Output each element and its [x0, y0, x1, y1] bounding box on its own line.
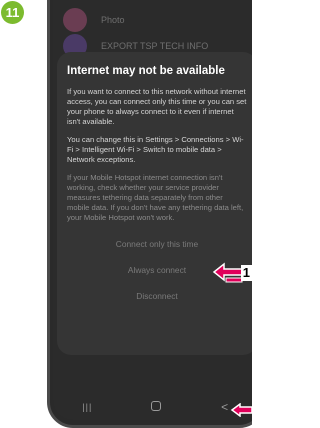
list-item-label: Photo	[101, 15, 125, 25]
callout-arrow-icon	[230, 402, 252, 418]
dialog-paragraph: You can change this in Settings > Connec…	[67, 135, 244, 164]
connect-only-this-time-button[interactable]: Connect only this time	[67, 231, 247, 257]
home-icon	[150, 401, 161, 411]
navigation-bar: ||| <	[53, 394, 252, 420]
internet-warning-dialog: Internet may not be available If you wan…	[57, 52, 252, 355]
dialog-paragraph: If your Mobile Hotspot internet connecti…	[67, 173, 244, 222]
dialog-paragraph: If you want to connect to this network w…	[67, 87, 247, 126]
callout-number: 1	[240, 265, 252, 281]
dialog-title: Internet may not be available	[67, 65, 225, 77]
home-button[interactable]	[136, 400, 176, 414]
disconnect-button[interactable]: Disconnect	[67, 283, 247, 309]
phone-screen: Photo EXPORT TSP TECH INFO Internet may …	[53, 0, 252, 420]
recents-button[interactable]: |||	[67, 402, 107, 412]
list-item-label: EXPORT TSP TECH INFO	[101, 41, 209, 51]
step-badge: 11	[1, 1, 24, 24]
callout-connect: 1	[212, 262, 252, 284]
tutorial-stage: 11 Photo EXPORT TSP TECH INFO Internet m…	[0, 0, 252, 428]
callout-back	[230, 402, 252, 418]
